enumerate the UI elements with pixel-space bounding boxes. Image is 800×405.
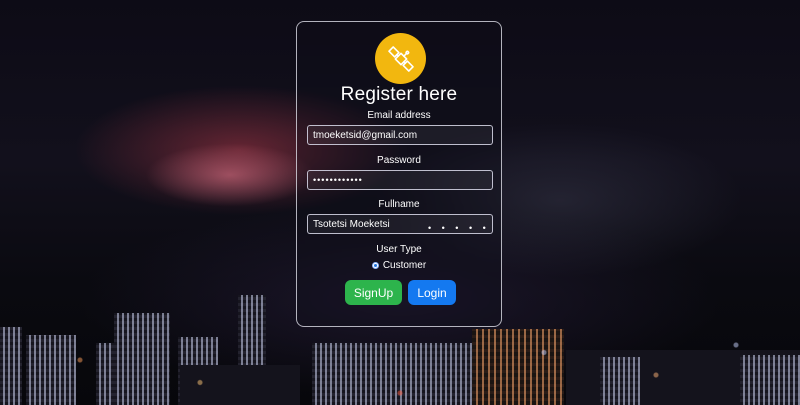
satellite-icon	[375, 33, 426, 84]
customer-radio[interactable]	[371, 262, 379, 269]
email-label: Email address	[367, 110, 431, 121]
login-button[interactable]: Login	[408, 280, 456, 305]
signup-button[interactable]: SignUp	[345, 280, 402, 305]
password-label: Password	[377, 155, 421, 166]
customer-radio-label: Customer	[382, 260, 427, 271]
page-title: Register here	[340, 84, 458, 105]
fullname-overlay-dots: • • • • •	[428, 223, 490, 233]
fullname-label: Fullname	[378, 199, 420, 210]
register-card: Register here Email address Password Ful…	[296, 21, 502, 327]
user-type-label: User Type	[376, 244, 422, 255]
password-field[interactable]	[307, 170, 493, 190]
user-type-option[interactable]: Customer	[297, 260, 501, 271]
email-field[interactable]	[307, 125, 493, 145]
